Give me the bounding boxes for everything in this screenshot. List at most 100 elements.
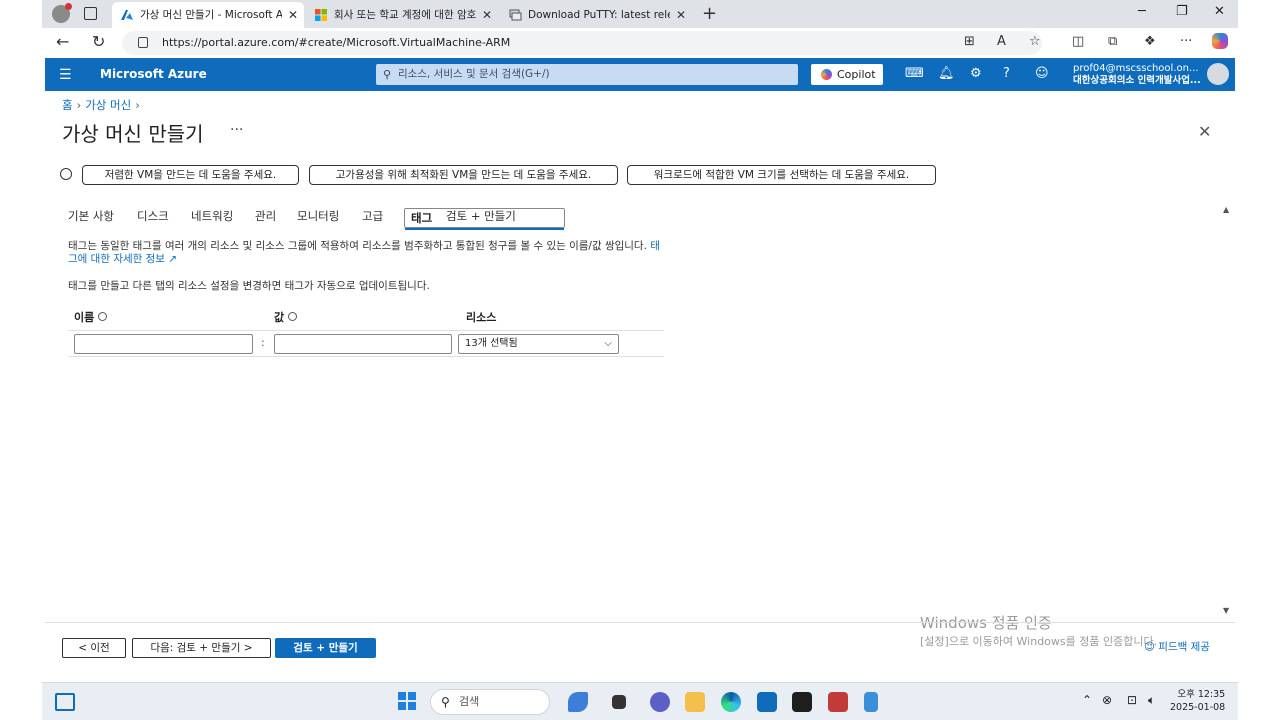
refresh-icon[interactable]: ↻ — [92, 32, 105, 51]
review-create-button[interactable]: 검토 + 만들기 — [275, 638, 376, 658]
volume-icon[interactable]: 🔈︎ — [1148, 693, 1155, 708]
address-row: ← ↻ https://portal.azure.com/#create/Mic… — [42, 28, 1238, 58]
browser-tab-azure[interactable]: 가상 머신 만들기 - Microsoft Azure ✕ — [112, 2, 304, 28]
previous-button[interactable]: < 이전 — [62, 638, 126, 658]
edge-icon[interactable] — [721, 692, 741, 712]
profile-icon[interactable] — [52, 3, 72, 23]
feedback-icon[interactable]: ☺ — [1035, 66, 1049, 81]
tab-management[interactable]: 관리 — [255, 208, 276, 224]
breadcrumb-separator: › — [76, 98, 82, 112]
account-org: 대한상공회의소 인력개발사업... — [1073, 75, 1201, 86]
more-actions-icon[interactable]: ··· — [230, 122, 243, 138]
teams-icon[interactable] — [650, 692, 670, 712]
give-feedback-link[interactable]: ☺ 피드백 제공 — [1144, 639, 1210, 654]
global-search-input[interactable]: ⚲ 리소스, 서비스 및 문서 검색(G+/) — [376, 64, 798, 85]
close-icon[interactable]: ✕ — [482, 2, 492, 28]
help-icon[interactable]: ? — [1003, 66, 1010, 81]
widgets-icon[interactable] — [55, 693, 75, 711]
app-tray-icon[interactable]: ⊗ — [1102, 693, 1112, 707]
settings-gear-icon[interactable]: ⚙ — [970, 66, 982, 81]
help-high-availability-button[interactable]: 고가용성을 위해 최적화된 VM을 만드는 데 도움을 주세요. — [309, 165, 618, 185]
breadcrumb-home[interactable]: 홈 — [62, 98, 73, 112]
tab-review-create[interactable]: 검토 + 만들기 — [446, 208, 516, 224]
read-aloud-icon[interactable]: A — [997, 34, 1006, 49]
tag-name-input[interactable] — [74, 334, 253, 354]
network-icon[interactable]: ⊡ — [1127, 693, 1137, 707]
account-info[interactable]: prof04@mscsschool.on... 대한상공회의소 인력개발사업..… — [1073, 63, 1201, 87]
browser-tab-password[interactable]: 회사 또는 학교 계정에 대한 암호 ✕ — [306, 2, 498, 28]
info-icon[interactable] — [288, 312, 298, 321]
clock-date: 2025-01-08 — [1170, 702, 1226, 713]
restore-button[interactable]: ❐ — [1176, 4, 1188, 19]
tab-title: 가상 머신 만들기 - Microsoft Azure — [140, 9, 282, 21]
brand-title[interactable]: Microsoft Azure — [100, 67, 207, 81]
minimize-button[interactable]: ─ — [1138, 4, 1146, 19]
command-prompt-icon[interactable] — [792, 692, 812, 712]
tab-monitoring[interactable]: 모니터링 — [297, 208, 339, 224]
resource-select[interactable]: 13개 선택됨 ⌵ — [458, 334, 619, 354]
app-available-icon[interactable]: ⊞ — [964, 34, 975, 49]
address-bar[interactable]: https://portal.azure.com/#create/Microso… — [122, 31, 1042, 55]
hamburger-menu-icon[interactable]: ☰ — [59, 67, 72, 83]
table-divider — [68, 356, 664, 357]
search-icon: ⚲ — [383, 68, 392, 81]
close-window-button[interactable]: ✕ — [1214, 4, 1225, 19]
app-icon[interactable] — [568, 692, 588, 712]
breadcrumb-virtual-machines[interactable]: 가상 머신 — [85, 98, 131, 112]
tab-basics[interactable]: 기본 사항 — [68, 208, 114, 224]
chevron-down-icon: ⌵ — [604, 338, 612, 349]
close-icon[interactable]: ✕ — [288, 2, 298, 28]
windows-taskbar: ⚲ 검색 ⌃ ⊗ ⊡ 🔈︎ 오후 12:35 2025-01-08 — [42, 682, 1238, 720]
url-text: https://portal.azure.com/#create/Microso… — [162, 36, 511, 49]
taskbar-search[interactable]: ⚲ 검색 — [430, 689, 550, 715]
tags-description-text: 태그는 동일한 태그를 여러 개의 리소스 및 리소스 그룹에 적용하여 리소스… — [68, 240, 647, 252]
info-icon[interactable] — [98, 312, 108, 321]
table-divider — [68, 330, 664, 331]
help-cheap-vm-button[interactable]: 저렴한 VM을 만드는 데 도움을 주세요. — [82, 165, 299, 185]
start-button[interactable] — [398, 692, 416, 710]
new-tab-button[interactable]: + — [702, 3, 717, 25]
tab-networking[interactable]: 네트워킹 — [191, 208, 233, 224]
notepad-icon[interactable] — [864, 692, 878, 712]
split-screen-icon[interactable]: ◫ — [1072, 34, 1084, 49]
more-menu-icon[interactable]: ··· — [1180, 34, 1192, 49]
tab-advanced[interactable]: 고급 — [362, 208, 383, 224]
extensions-icon[interactable]: ❖ — [1144, 34, 1156, 49]
tab-strip: 가상 머신 만들기 - Microsoft Azure ✕ 회사 또는 학교 계… — [42, 0, 1238, 28]
back-icon[interactable]: ← — [56, 32, 69, 51]
tags-note: 태그를 만들고 다른 탭의 리소스 설정을 변경하면 태그가 자동으로 업데이트… — [68, 280, 430, 292]
help-vm-size-button[interactable]: 워크로드에 적합한 VM 크기를 선택하는 데 도움을 주세요. — [627, 165, 936, 185]
system-clock[interactable]: 오후 12:35 2025-01-08 — [1170, 688, 1225, 714]
footer-divider — [45, 622, 1235, 623]
tag-value-input[interactable] — [274, 334, 452, 354]
favorite-star-icon[interactable]: ☆ — [1029, 34, 1041, 49]
close-blade-icon[interactable]: ✕ — [1198, 122, 1211, 141]
cloud-shell-icon[interactable]: ⌨ — [905, 66, 924, 81]
clock-time: 오후 12:35 — [1177, 689, 1226, 700]
collections-icon[interactable]: ⧉ — [1108, 34, 1117, 49]
microsoft-logo-icon — [315, 9, 327, 21]
show-hidden-icons[interactable]: ⌃ — [1082, 693, 1092, 707]
scroll-down-arrow[interactable]: ▼ — [1223, 606, 1229, 615]
tab-disks[interactable]: 디스크 — [137, 208, 169, 224]
page-title: 가상 머신 만들기 — [62, 122, 204, 146]
close-icon[interactable]: ✕ — [676, 2, 686, 28]
search-icon: ⚲ — [441, 695, 450, 709]
scroll-up-arrow[interactable]: ▲ — [1223, 205, 1229, 214]
tab-actions-icon[interactable] — [84, 7, 97, 20]
tab-title: 회사 또는 학교 계정에 대한 암호 — [334, 9, 476, 21]
assist-icon — [60, 168, 72, 180]
file-explorer-icon[interactable] — [685, 692, 705, 712]
terminal-app-icon[interactable] — [612, 695, 626, 709]
copilot-sidebar-icon[interactable] — [1212, 33, 1228, 49]
avatar[interactable] — [1207, 63, 1229, 85]
notifications-bell-icon[interactable]: 🔔︎ — [938, 66, 955, 81]
snipping-tool-icon[interactable] — [828, 692, 848, 712]
next-button[interactable]: 다음: 검토 + 만들기 > — [132, 638, 271, 658]
browser-window: 가상 머신 만들기 - Microsoft Azure ✕ 회사 또는 학교 계… — [42, 0, 1238, 720]
store-icon[interactable] — [757, 692, 777, 712]
azure-logo-icon — [121, 10, 133, 20]
account-email: prof04@mscsschool.on... — [1073, 63, 1199, 74]
copilot-button[interactable]: Copilot — [811, 64, 883, 85]
browser-tab-putty[interactable]: Download PuTTY: latest release (0. ✕ — [500, 2, 692, 28]
